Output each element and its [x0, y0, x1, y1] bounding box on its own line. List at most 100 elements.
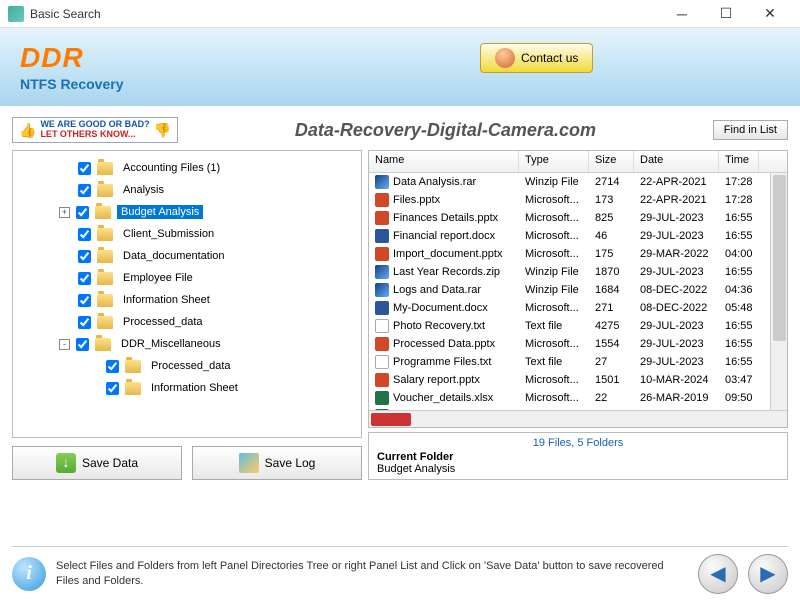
tree-checkbox[interactable]: [78, 162, 91, 175]
tree-item[interactable]: -DDR_Miscellaneous: [17, 333, 357, 355]
tree-label: Processed_data: [119, 315, 207, 329]
file-icon: [375, 265, 389, 279]
tree-item[interactable]: Information Sheet: [17, 377, 357, 399]
file-icon: [375, 229, 389, 243]
tree-checkbox[interactable]: [78, 250, 91, 263]
folder-tree[interactable]: Accounting Files (1) Analysis+Budget Anal…: [12, 150, 362, 438]
file-icon: [375, 373, 389, 387]
col-header-date[interactable]: Date: [634, 151, 719, 172]
file-row[interactable]: Voucher_details.xlsxMicrosoft...2226-MAR…: [369, 389, 787, 407]
tree-item[interactable]: Processed_data: [17, 311, 357, 333]
tree-item[interactable]: Data_documentation: [17, 245, 357, 267]
tree-label: Accounting Files (1): [119, 161, 224, 175]
find-in-list-button[interactable]: Find in List: [713, 120, 788, 140]
file-row[interactable]: Financial report.docxMicrosoft...4629-JU…: [369, 227, 787, 245]
file-type: Microsoft...: [519, 374, 589, 386]
minimize-button[interactable]: ─: [660, 0, 704, 28]
tree-checkbox[interactable]: [78, 316, 91, 329]
tree-checkbox[interactable]: [78, 184, 91, 197]
file-row[interactable]: Finances Details.pptxMicrosoft...82529-J…: [369, 209, 787, 227]
tree-item[interactable]: Analysis: [17, 179, 357, 201]
file-date: 29-JUL-2023: [634, 320, 719, 332]
save-data-button[interactable]: Save Data: [12, 446, 182, 480]
file-size: 1554: [589, 338, 634, 350]
file-time: 17:28: [719, 176, 759, 188]
tree-checkbox[interactable]: [76, 338, 89, 351]
folder-icon: [125, 382, 141, 395]
col-header-name[interactable]: Name: [369, 151, 519, 172]
thumb-up-icon: 👍: [19, 122, 36, 139]
file-size: 175: [589, 248, 634, 260]
grid-header[interactable]: Name Type Size Date Time: [369, 151, 787, 173]
app-icon: [8, 6, 24, 22]
tree-item[interactable]: Employee File: [17, 267, 357, 289]
close-button[interactable]: ✕: [748, 0, 792, 28]
file-row[interactable]: Photo Recovery.txtText file427529-JUL-20…: [369, 317, 787, 335]
logo-text: DDR: [20, 42, 123, 74]
expander-icon[interactable]: +: [59, 207, 70, 218]
file-size: 46: [589, 230, 634, 242]
file-row[interactable]: Salary report.pptxMicrosoft...150110-MAR…: [369, 371, 787, 389]
file-row[interactable]: Data Analysis.rarWinzip File271422-APR-2…: [369, 173, 787, 191]
tree-checkbox[interactable]: [78, 272, 91, 285]
folder-icon: [97, 272, 113, 285]
status-panel: 19 Files, 5 Folders Current Folder Budge…: [368, 432, 788, 480]
tree-checkbox[interactable]: [76, 206, 89, 219]
file-name: Finances Details.pptx: [393, 212, 498, 224]
file-type: Winzip File: [519, 176, 589, 188]
file-name: Logs and Data.rar: [393, 284, 481, 296]
file-type: Winzip File: [519, 266, 589, 278]
tree-item[interactable]: +Budget Analysis: [17, 201, 357, 223]
contact-us-button[interactable]: Contact us: [480, 43, 593, 73]
file-type: Microsoft...: [519, 194, 589, 206]
folder-icon: [97, 250, 113, 263]
file-date: 29-JUL-2023: [634, 266, 719, 278]
col-header-type[interactable]: Type: [519, 151, 589, 172]
forward-button[interactable]: ▶: [748, 554, 788, 594]
file-row[interactable]: Import_document.pptxMicrosoft...17529-MA…: [369, 245, 787, 263]
file-row[interactable]: Logs and Data.rarWinzip File168408-DEC-2…: [369, 281, 787, 299]
file-name: Financial report.docx: [393, 230, 495, 242]
file-size: 1684: [589, 284, 634, 296]
tree-label: Processed_data: [147, 359, 235, 373]
file-grid[interactable]: Name Type Size Date Time Data Analysis.r…: [368, 150, 788, 428]
file-icon: [375, 283, 389, 297]
expander-icon[interactable]: -: [59, 339, 70, 350]
tree-item[interactable]: Accounting Files (1): [17, 157, 357, 179]
folder-icon: [97, 294, 113, 307]
file-row[interactable]: Files.pptxMicrosoft...17322-APR-202117:2…: [369, 191, 787, 209]
tree-checkbox[interactable]: [106, 360, 119, 373]
horizontal-scrollbar[interactable]: [369, 410, 787, 427]
tree-item[interactable]: Processed_data: [17, 355, 357, 377]
file-name: Processed Data.pptx: [393, 338, 495, 350]
file-row[interactable]: Programme Files.txtText file2729-JUL-202…: [369, 353, 787, 371]
file-size: 1501: [589, 374, 634, 386]
tree-item[interactable]: Client_Submission: [17, 223, 357, 245]
file-icon: [375, 211, 389, 225]
file-row[interactable]: Processed Data.pptxMicrosoft...155429-JU…: [369, 335, 787, 353]
file-icon: [375, 337, 389, 351]
tree-checkbox[interactable]: [78, 294, 91, 307]
maximize-button[interactable]: ☐: [704, 0, 748, 28]
file-row[interactable]: My-Document.docxMicrosoft...27108-DEC-20…: [369, 299, 787, 317]
info-icon: i: [12, 557, 46, 591]
tree-checkbox[interactable]: [78, 228, 91, 241]
file-icon: [375, 175, 389, 189]
vertical-scrollbar[interactable]: [770, 173, 787, 410]
file-icon: [375, 319, 389, 333]
file-row[interactable]: Last Year Records.zipWinzip File187029-J…: [369, 263, 787, 281]
save-log-button[interactable]: Save Log: [192, 446, 362, 480]
file-size: 271: [589, 302, 634, 314]
col-header-time[interactable]: Time: [719, 151, 759, 172]
save-data-icon: [56, 453, 76, 473]
tree-checkbox[interactable]: [106, 382, 119, 395]
back-button[interactable]: ◀: [698, 554, 738, 594]
file-icon: [375, 193, 389, 207]
file-size: 2714: [589, 176, 634, 188]
tree-item[interactable]: Information Sheet: [17, 289, 357, 311]
feedback-button[interactable]: 👍 WE ARE GOOD OR BAD? LET OTHERS KNOW...…: [12, 117, 178, 143]
tree-label: Information Sheet: [119, 293, 214, 307]
header-banner: DDR NTFS Recovery Contact us: [0, 28, 800, 106]
file-type: Microsoft...: [519, 338, 589, 350]
col-header-size[interactable]: Size: [589, 151, 634, 172]
